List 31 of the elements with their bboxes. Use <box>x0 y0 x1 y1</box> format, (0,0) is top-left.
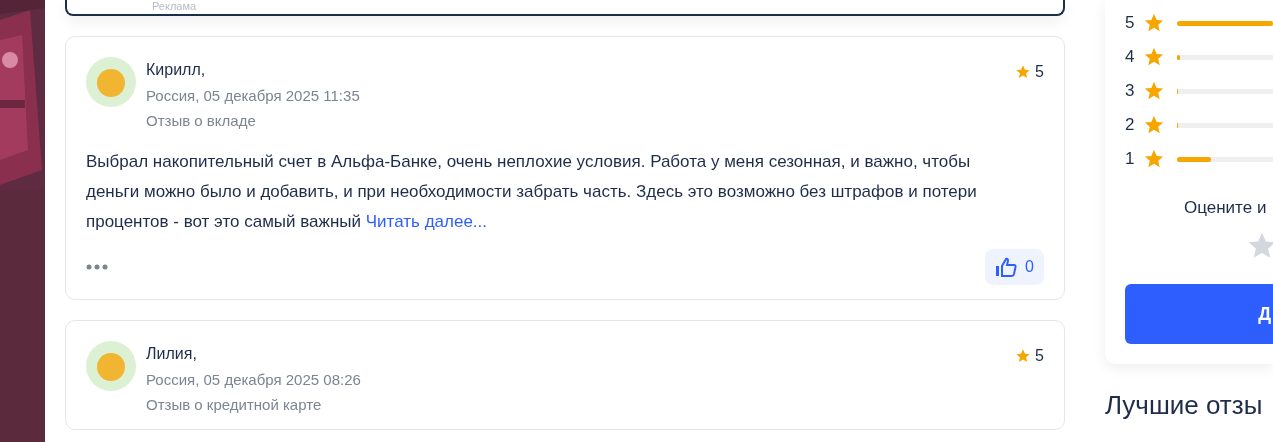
star-count-label: 1 <box>1125 149 1136 169</box>
review-topic: Отзыв о вкладе <box>146 111 257 131</box>
section-title: Лучшие отзы <box>1105 390 1264 421</box>
star-count-label: 5 <box>1125 13 1136 33</box>
star-count-label: 3 <box>1125 81 1136 101</box>
review-text: Выбрал накопительный счет в Альфа-Банке, очень неплохие условия. Работа у меня сезонная, и важно, чтобы деньги можно было и добавить, и при необходимости забрать часть. Здесь это возможно без штрафов и потери процентов - вот это самый важный Читать далее... <box>86 151 978 233</box>
ad-label: Реклама <box>152 0 197 12</box>
star-icon <box>1143 12 1165 34</box>
star-icon <box>1143 148 1165 170</box>
rate-prompt: Оцените и <box>1184 198 1268 218</box>
star-count-label: 4 <box>1125 47 1136 67</box>
star-icon <box>1143 46 1165 68</box>
star-icon <box>1143 80 1165 102</box>
more-icon[interactable] <box>86 264 108 270</box>
star-count-label: 2 <box>1125 115 1136 135</box>
author-name: Лилия, <box>146 344 198 364</box>
star-icon <box>1143 114 1165 136</box>
review-meta: Россия, 05 декабря 2025 11:35 <box>146 86 361 106</box>
review-topic: Отзыв о кредитной карте <box>146 395 323 415</box>
star-icon <box>1015 348 1032 364</box>
submit-button[interactable]: Д <box>1125 284 1273 344</box>
rating-value: 5 <box>1035 63 1044 81</box>
like-button[interactable]: 0 <box>985 249 1044 285</box>
thumbs-up-icon <box>995 257 1018 277</box>
avatar-icon <box>86 57 136 107</box>
review-meta: Россия, 05 декабря 2025 08:26 <box>146 370 362 390</box>
rating-value: 5 <box>1035 347 1044 365</box>
author-name: Кирилл, <box>146 60 207 80</box>
read-more-link[interactable]: Читать далее... <box>365 212 488 231</box>
avatar-icon <box>86 341 136 391</box>
star-icon <box>1015 64 1032 80</box>
